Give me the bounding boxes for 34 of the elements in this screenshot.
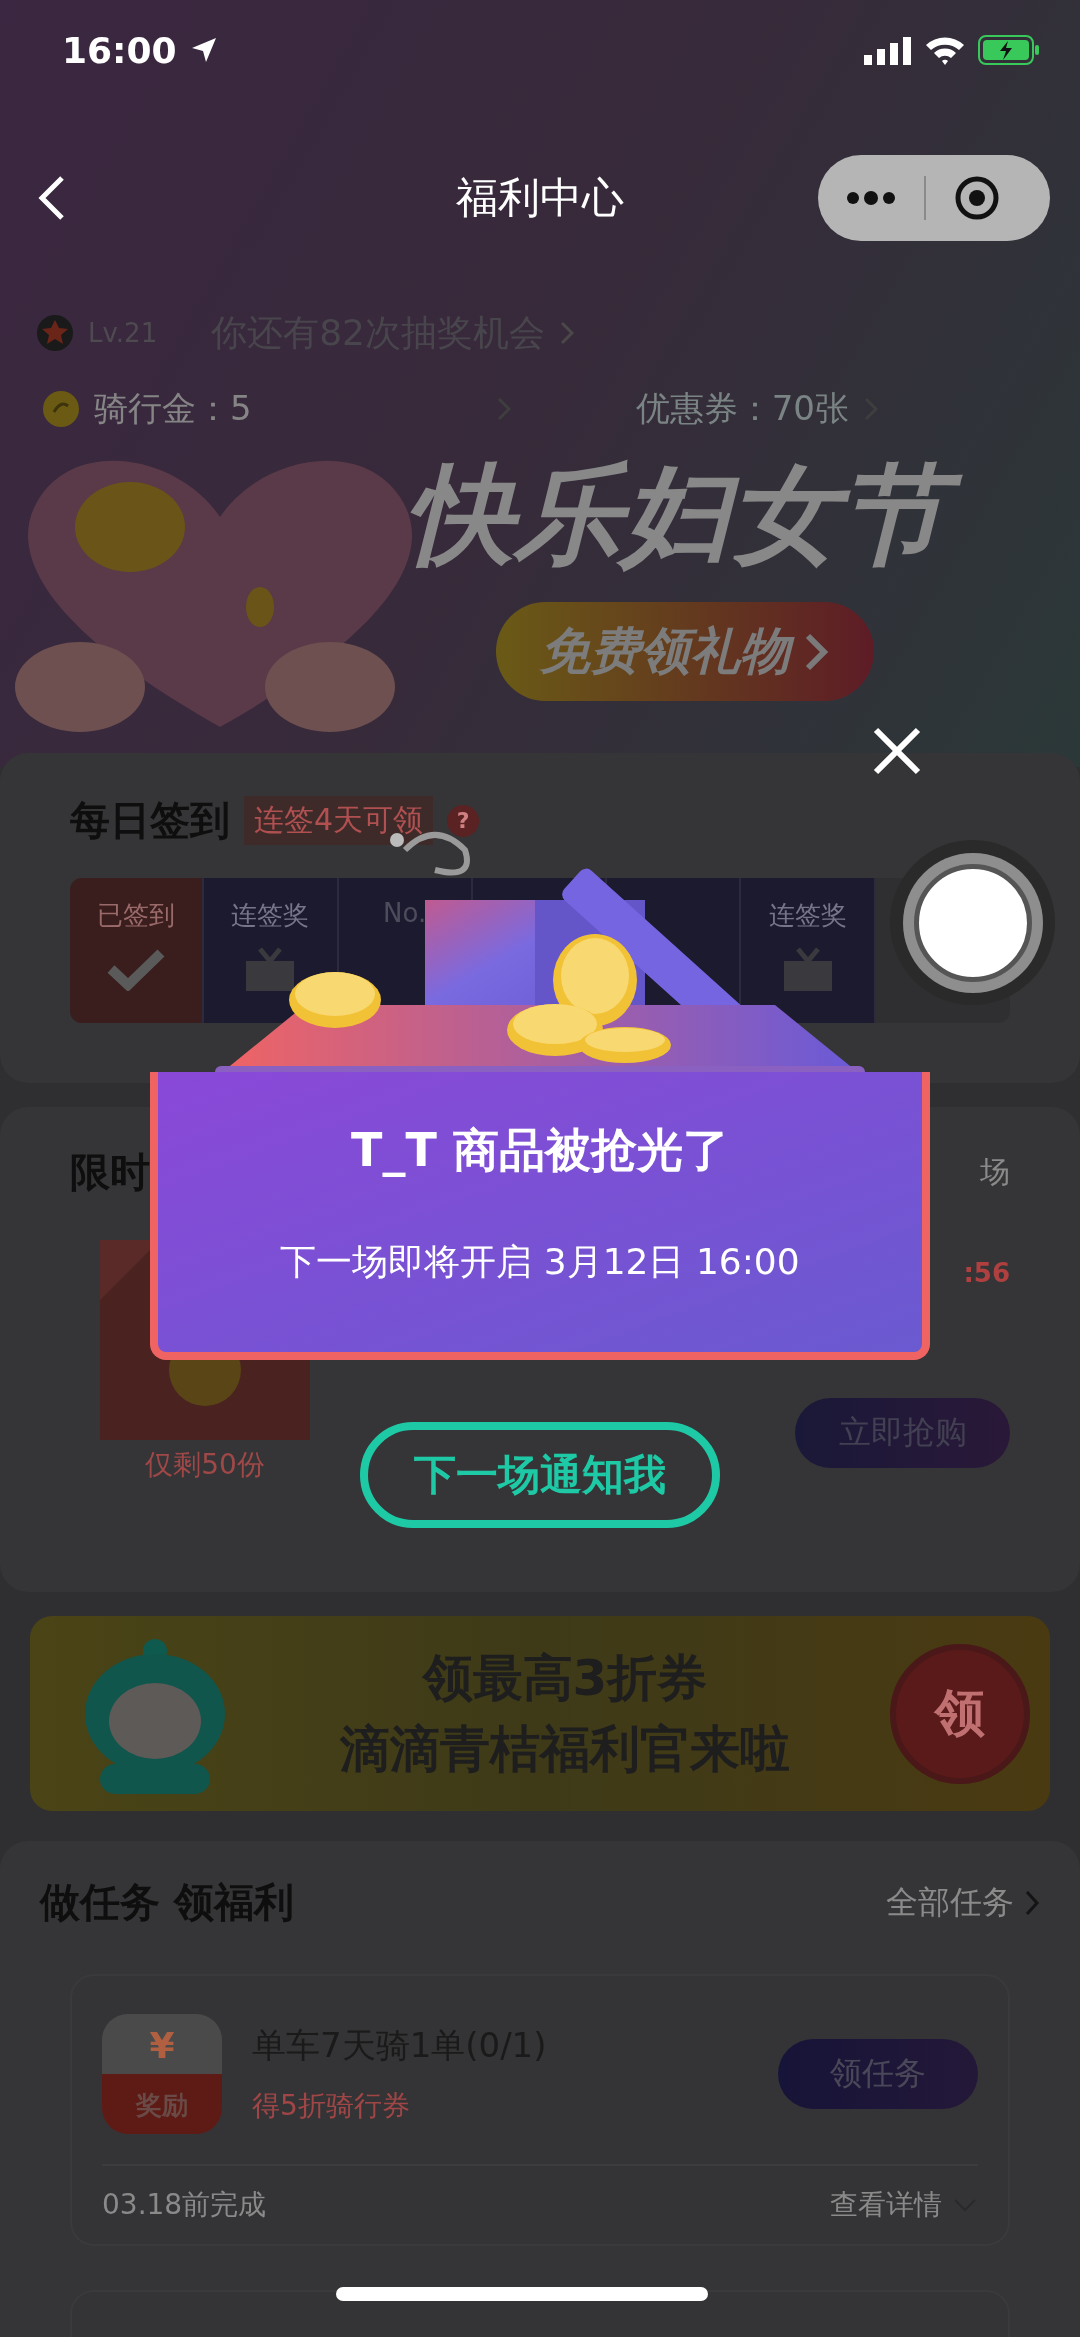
coin-icon (42, 390, 80, 428)
riding-credit-balance[interactable]: 骑行金：5 (94, 386, 252, 432)
countdown-timer: :56 (963, 1258, 1010, 1288)
checkin-day[interactable]: 连签奖 (741, 878, 876, 1023)
all-tasks-link[interactable]: 全部任务 (886, 1880, 1040, 1925)
stock-label: 仅剩50份 (145, 1447, 265, 1483)
dialog-message: 下一场即将开启 3月12日 16:00 (280, 1240, 800, 1284)
page-title: 福利中心 (456, 171, 624, 224)
more-icon[interactable] (846, 190, 896, 205)
battery-charging-icon (978, 35, 1040, 65)
chevron-right-icon (804, 631, 830, 672)
streak-hint: 连签4天可领 (244, 796, 434, 845)
claim-button[interactable]: 领 (890, 1643, 1030, 1784)
level-badge-icon (36, 314, 74, 352)
target-icon[interactable] (954, 174, 1000, 221)
free-gift-button[interactable]: 免费领礼物 (496, 602, 874, 701)
help-icon[interactable]: ? (447, 804, 480, 837)
yen-icon: ¥ (149, 2025, 175, 2066)
check-icon (106, 947, 167, 991)
status-time: 16:00 (62, 29, 177, 71)
close-icon[interactable] (872, 726, 922, 776)
signal-icon (864, 35, 912, 65)
coupon-count[interactable]: 优惠券：70张 (635, 386, 849, 432)
task-deadline: 03.18前完成 (102, 2187, 267, 2223)
dialog-title: T_T 商品被抢光了 (351, 1122, 729, 1179)
chevron-right-icon (559, 320, 575, 346)
chevron-right-icon (1024, 1888, 1040, 1917)
details-link[interactable]: 查看详情 (830, 2186, 978, 2224)
festival-headline: 快乐妇女节 (400, 447, 970, 588)
session-label: 场 (980, 1153, 1010, 1191)
notify-me-button[interactable]: 下一场通知我 (360, 1422, 720, 1528)
checkin-day[interactable]: 已签到 (70, 878, 205, 1023)
task-reward: 得5折骑行券 (252, 2088, 411, 2124)
back-icon[interactable] (36, 173, 66, 222)
